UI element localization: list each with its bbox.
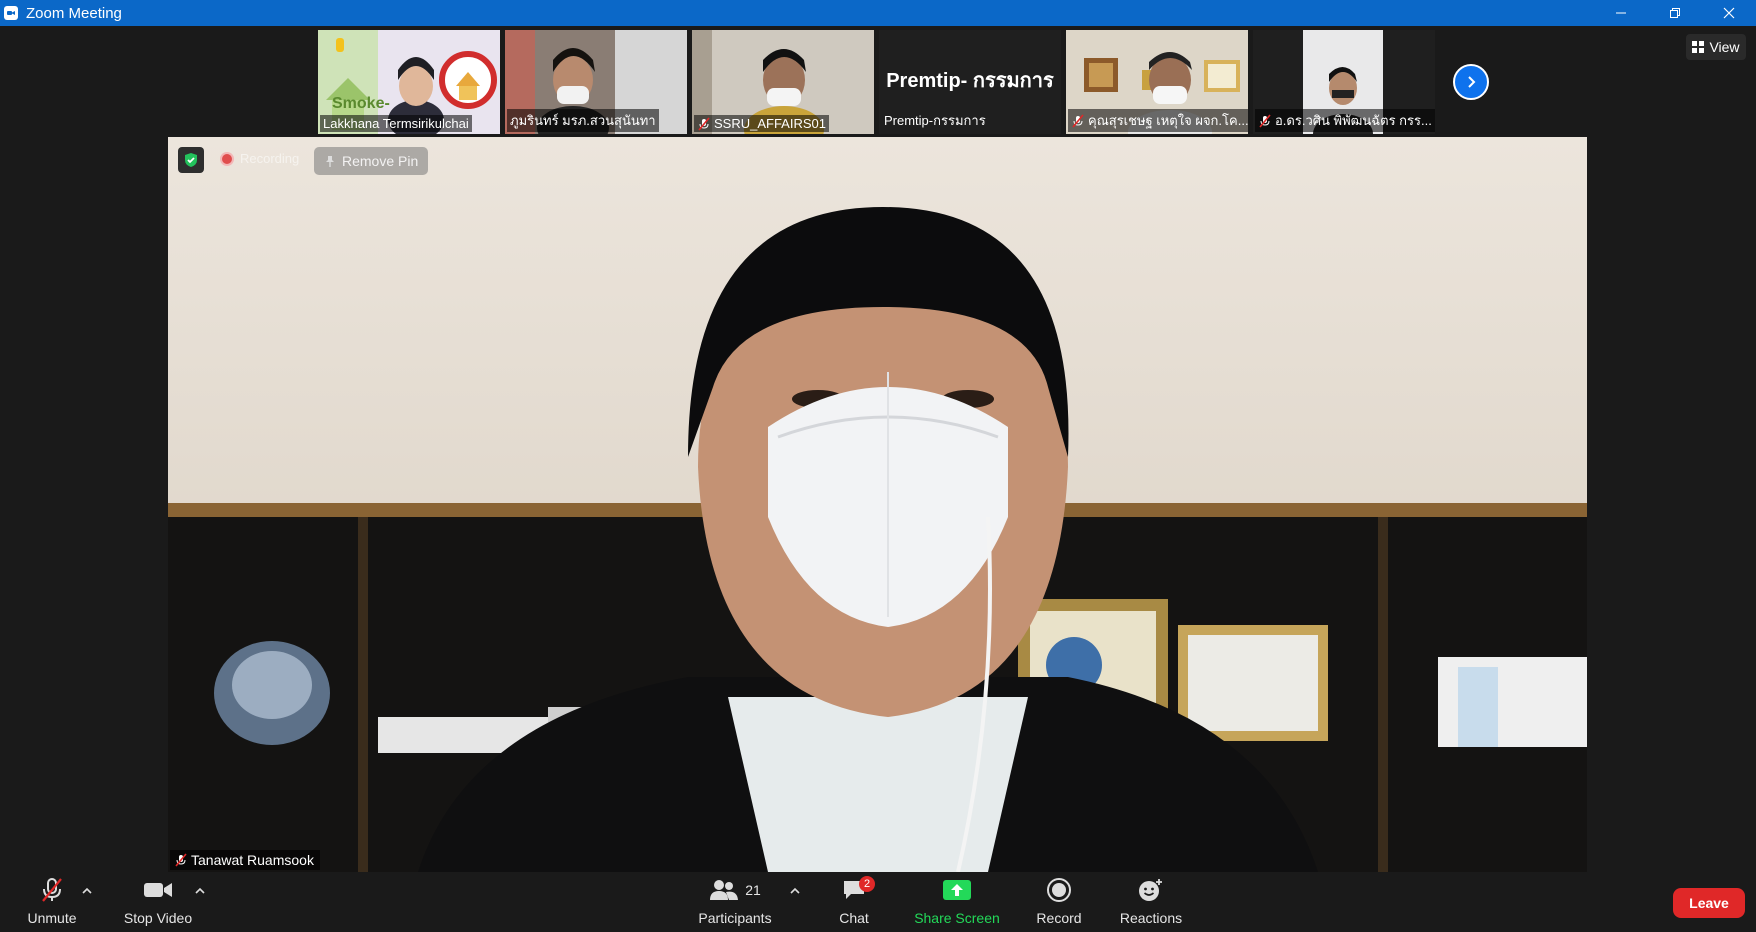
- participant-name-label: ภูมรินทร์ มรภ.สวนสุนันทา: [507, 109, 659, 132]
- participant-name-label: อ.ดร.วศิน พิพัฒนฉัตร กรร...: [1255, 109, 1435, 132]
- minimize-button[interactable]: [1594, 0, 1648, 26]
- reactions-label: Reactions: [1119, 910, 1183, 926]
- participant-thumbnail[interactable]: คุณสุรเชษฐ เหตุใจ ผจก.โค...: [1066, 30, 1248, 134]
- participant-name: SSRU_AFFAIRS01: [714, 116, 826, 131]
- muted-mic-icon: [1259, 113, 1271, 128]
- chevron-right-icon: [1468, 76, 1476, 88]
- reactions-smiley-icon: [1139, 879, 1162, 901]
- record-label: Record: [1036, 910, 1082, 926]
- leave-button[interactable]: Leave: [1673, 888, 1745, 918]
- unmute-label: Unmute: [27, 910, 77, 926]
- close-button[interactable]: [1702, 0, 1756, 26]
- muted-mic-icon: [1072, 113, 1084, 128]
- view-button-label: View: [1709, 39, 1740, 55]
- participants-count: 21: [745, 882, 761, 898]
- participant-name: Lakkhana Termsirikulchai: [323, 116, 469, 131]
- participant-thumbnail[interactable]: อ.ดร.วศิน พิพัฒนฉัตร กรร...: [1253, 30, 1435, 134]
- muted-microphone-icon: [42, 878, 62, 902]
- chat-label: Chat: [839, 910, 869, 926]
- participant-name-label: SSRU_AFFAIRS01: [694, 115, 829, 132]
- participants-button[interactable]: 21 Participants: [694, 872, 776, 932]
- speaker-name: Tanawat Ruamsook: [191, 852, 314, 868]
- participant-thumbnail[interactable]: Smoke- Lakkhana Termsirikulchai: [318, 30, 500, 134]
- share-screen-label: Share Screen: [914, 910, 1000, 926]
- video-camera-icon: [144, 883, 172, 897]
- chat-button[interactable]: 2 Chat: [832, 872, 876, 932]
- minimize-icon: [1616, 12, 1626, 14]
- participant-name-label: คุณสุรเชษฐ เหตุใจ ผจก.โค...: [1068, 109, 1248, 132]
- participants-options-caret-icon[interactable]: [789, 886, 801, 896]
- stop-video-label: Stop Video: [123, 910, 193, 926]
- muted-mic-icon: [175, 853, 187, 867]
- participant-name: Premtip-กรรมการ: [884, 113, 986, 128]
- participant-name: คุณสุรเชษฐ เหตุใจ ผจก.โค...: [1088, 113, 1248, 128]
- meeting-toolbar: Unmute Stop Video 21 Participants 2 Chat…: [0, 872, 1756, 932]
- participant-name-label: Lakkhana Termsirikulchai: [320, 115, 472, 132]
- share-screen-button[interactable]: Share Screen: [910, 872, 1004, 932]
- encryption-shield-icon[interactable]: [178, 147, 204, 173]
- reactions-button[interactable]: Reactions: [1118, 872, 1184, 932]
- participant-thumbnail[interactable]: Premtip- กรรมการ Premtip-กรรมการ: [879, 30, 1061, 134]
- restore-button[interactable]: [1648, 0, 1702, 26]
- view-button[interactable]: View: [1686, 34, 1746, 60]
- participant-name: อ.ดร.วศิน พิพัฒนฉัตร กรร...: [1275, 113, 1432, 128]
- restore-icon: [1670, 8, 1680, 18]
- smoke-logo-text: Smoke-: [332, 95, 390, 112]
- record-button[interactable]: Record: [1030, 872, 1088, 932]
- active-speaker-video[interactable]: Recording Remove Pin Tanawat Ruamsook: [168, 137, 1587, 872]
- participant-name: ภูมรินทร์ มรภ.สวนสุนันทา: [510, 113, 656, 128]
- recording-dot-icon: [220, 151, 234, 166]
- close-icon: [1723, 7, 1735, 19]
- share-screen-icon: [943, 880, 971, 900]
- speaker-name-label: Tanawat Ruamsook: [170, 850, 320, 870]
- shield-check-icon: [185, 153, 197, 167]
- remove-pin-button[interactable]: Remove Pin: [314, 147, 429, 175]
- participant-gallery: Smoke- Lakkhana Termsirikulchai ภูมรินทร…: [318, 30, 1435, 134]
- grid-view-icon: [1692, 41, 1705, 53]
- audio-options-caret-icon[interactable]: [81, 886, 93, 896]
- record-icon: [1047, 878, 1071, 902]
- participants-label: Participants: [698, 910, 772, 926]
- participants-icon: [710, 880, 739, 900]
- participant-display-name: Premtip- กรรมการ: [886, 70, 1054, 92]
- recording-label: Recording: [240, 151, 300, 166]
- unmute-button[interactable]: Unmute: [22, 872, 82, 932]
- title-bar: Zoom Meeting: [0, 0, 1756, 26]
- chat-unread-badge: 2: [859, 876, 875, 892]
- participant-thumbnail[interactable]: SSRU_AFFAIRS01: [692, 30, 874, 134]
- stop-video-button[interactable]: Stop Video: [120, 872, 196, 932]
- gallery-next-button[interactable]: [1453, 64, 1489, 100]
- participant-thumbnail[interactable]: ภูมรินทร์ มรภ.สวนสุนันทา: [505, 30, 687, 134]
- zoom-app-icon: [4, 6, 18, 20]
- video-options-caret-icon[interactable]: [194, 886, 206, 896]
- recording-indicator: Recording: [220, 151, 299, 166]
- remove-pin-label: Remove Pin: [342, 153, 419, 169]
- speaker-video-frame: [168, 137, 1587, 872]
- muted-mic-icon: [698, 116, 710, 131]
- window-title: Zoom Meeting: [26, 4, 122, 22]
- pin-icon: [326, 156, 334, 167]
- participant-name-label: Premtip-กรรมการ: [881, 109, 989, 132]
